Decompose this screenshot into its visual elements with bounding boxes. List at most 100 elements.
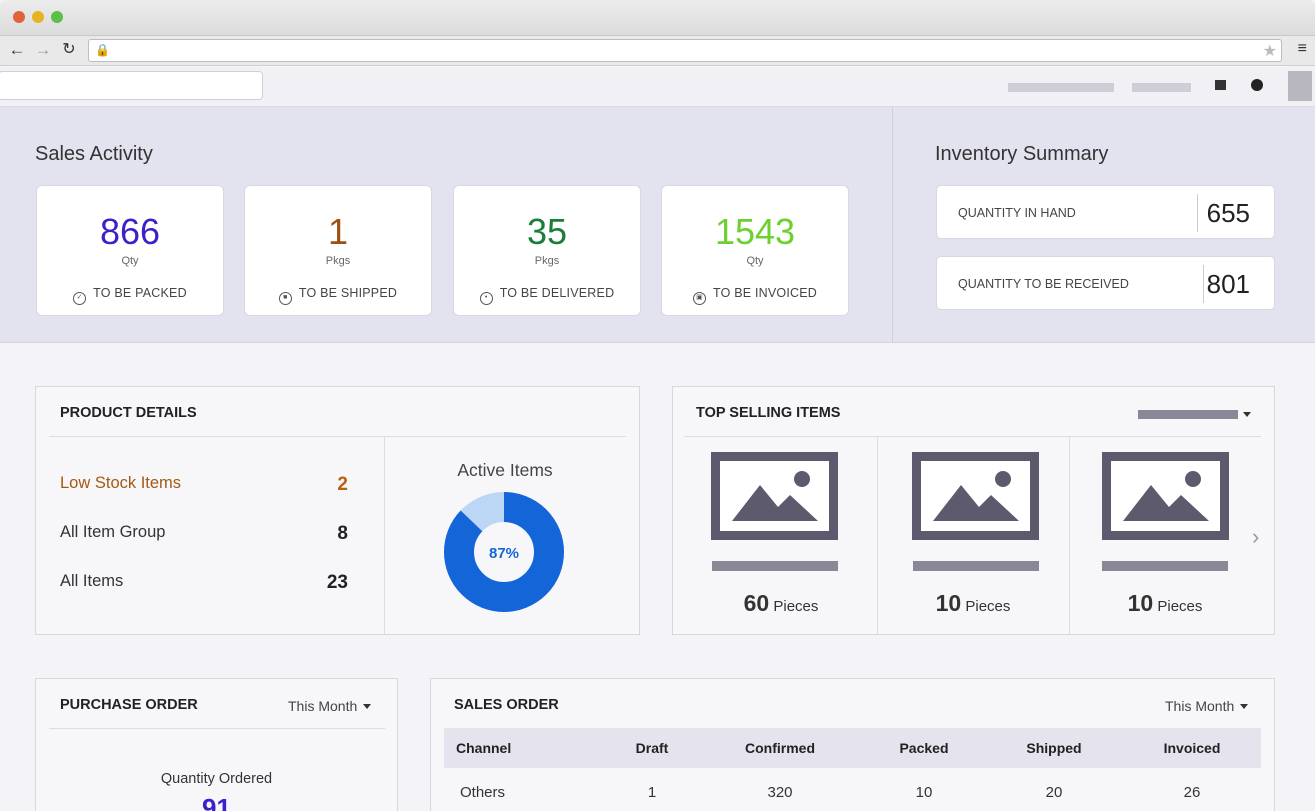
quantity-to-be-received-label: QUANTITY TO BE RECEIVED bbox=[958, 277, 1129, 291]
to-be-shipped-label: TO BE SHIPPED bbox=[298, 286, 398, 300]
divider bbox=[892, 107, 893, 343]
notification-icon[interactable] bbox=[1215, 80, 1226, 90]
address-bar[interactable]: 🔒 ★ bbox=[88, 39, 1282, 62]
to-be-delivered-unit: Pkgs bbox=[534, 255, 560, 267]
donut-percent-label: 87% bbox=[489, 545, 519, 562]
column-invoiced: Invoiced bbox=[1163, 740, 1221, 756]
divider bbox=[1203, 265, 1204, 303]
quantity-ordered-value: 91 bbox=[202, 793, 231, 811]
product-details-title: PRODUCT DETAILS bbox=[60, 405, 197, 421]
to-be-shipped-count: 1 bbox=[327, 211, 349, 252]
lock-icon: 🔒 bbox=[95, 43, 110, 57]
menu-icon[interactable]: ≡ bbox=[1298, 40, 1307, 58]
table-cell-shipped[interactable]: 20 bbox=[1014, 784, 1094, 801]
chevron-down-icon bbox=[363, 704, 372, 709]
image-placeholder-icon[interactable] bbox=[711, 452, 838, 540]
table-cell-draft[interactable]: 1 bbox=[622, 784, 682, 801]
header-link-placeholder[interactable] bbox=[1132, 83, 1191, 92]
to-be-packed-label-row: ✓ TO BE PACKED bbox=[37, 286, 223, 305]
all-item-group-label: All Item Group bbox=[60, 523, 166, 541]
chevron-right-icon[interactable]: › bbox=[1252, 524, 1259, 550]
to-be-packed-unit: Qty bbox=[121, 255, 139, 267]
top-item-2-count: 10 Pieces bbox=[935, 590, 1011, 616]
avatar[interactable] bbox=[1288, 71, 1312, 101]
quantity-in-hand-value: 655 bbox=[1206, 198, 1250, 228]
table-cell-invoiced[interactable]: 26 bbox=[1152, 784, 1232, 801]
reload-icon[interactable]: ↻ bbox=[58, 39, 80, 61]
to-be-delivered-label-row: • TO BE DELIVERED bbox=[454, 286, 640, 305]
activity-card-to-be-shipped[interactable]: 1 Pkgs ■ TO BE SHIPPED bbox=[244, 185, 432, 316]
settings-icon[interactable] bbox=[1251, 79, 1263, 91]
sales-order-title: SALES ORDER bbox=[454, 697, 559, 713]
sales-order-table-header bbox=[444, 728, 1261, 768]
app-header bbox=[0, 67, 1315, 107]
forward-arrow-icon[interactable]: → bbox=[32, 39, 54, 61]
quantity-in-hand-card: QUANTITY IN HAND 655 bbox=[936, 185, 1275, 239]
all-items-label: All Items bbox=[60, 572, 124, 590]
maximize-window-button[interactable] bbox=[51, 11, 63, 23]
table-cell-confirmed[interactable]: 320 bbox=[730, 784, 830, 801]
divider bbox=[49, 728, 385, 729]
browser-toolbar: ← → ↻ 🔒 ★ ≡ bbox=[0, 36, 1315, 66]
back-arrow-icon[interactable]: ← bbox=[6, 39, 28, 61]
close-window-button[interactable] bbox=[13, 11, 25, 23]
low-stock-items-row[interactable]: Low Stock Items 2 bbox=[60, 474, 350, 495]
chevron-down-icon bbox=[1240, 704, 1249, 709]
to-be-packed-count: 866 bbox=[99, 211, 161, 252]
activity-card-to-be-delivered[interactable]: 35 Pkgs • TO BE DELIVERED bbox=[453, 185, 641, 316]
image-placeholder-icon[interactable] bbox=[1102, 452, 1229, 540]
quantity-in-hand-label: QUANTITY IN HAND bbox=[958, 206, 1076, 220]
all-items-row[interactable]: All Items 23 bbox=[60, 572, 350, 593]
sales-activity-title: Sales Activity bbox=[35, 143, 153, 165]
activity-card-to-be-packed[interactable]: 866 Qty ✓ TO BE PACKED bbox=[36, 185, 224, 316]
active-items-donut: 87% bbox=[444, 492, 564, 612]
check-circle-icon: ✓ bbox=[73, 292, 87, 305]
delivery-circle-icon: • bbox=[479, 292, 493, 305]
quantity-to-be-received-card: QUANTITY TO BE RECEIVED 801 bbox=[936, 256, 1275, 310]
purchase-order-title: PURCHASE ORDER bbox=[60, 697, 198, 713]
column-channel: Channel bbox=[456, 740, 512, 756]
column-draft: Draft bbox=[635, 740, 669, 756]
divider bbox=[684, 436, 1261, 437]
table-cell-packed[interactable]: 10 bbox=[884, 784, 964, 801]
all-item-group-value: 8 bbox=[337, 523, 348, 544]
to-be-invoiced-label: TO BE INVOICED bbox=[713, 286, 817, 300]
top-item-1-count: 60 Pieces bbox=[743, 590, 819, 616]
browser-titlebar bbox=[0, 0, 1315, 36]
low-stock-items-label: Low Stock Items bbox=[60, 474, 182, 492]
truck-circle-icon: ■ bbox=[278, 292, 292, 305]
divider bbox=[1197, 194, 1198, 232]
minimize-window-button[interactable] bbox=[32, 11, 44, 23]
to-be-invoiced-label-row: ▣ TO BE INVOICED bbox=[662, 286, 848, 305]
column-confirmed: Confirmed bbox=[745, 740, 815, 756]
period-dropdown-placeholder[interactable] bbox=[1138, 410, 1238, 419]
to-be-shipped-unit: Pkgs bbox=[325, 255, 351, 267]
quantity-to-be-received-value: 801 bbox=[1206, 269, 1250, 299]
purchase-order-period-dropdown[interactable]: This Month bbox=[288, 698, 372, 714]
to-be-delivered-count: 35 bbox=[526, 211, 568, 252]
to-be-invoiced-count: 1543 bbox=[714, 211, 796, 252]
item-name-placeholder bbox=[1102, 561, 1228, 571]
to-be-delivered-label: TO BE DELIVERED bbox=[499, 286, 615, 300]
to-be-packed-label: TO BE PACKED bbox=[93, 286, 187, 300]
sales-order-period-dropdown[interactable]: This Month bbox=[1165, 698, 1249, 714]
to-be-shipped-label-row: ■ TO BE SHIPPED bbox=[245, 286, 431, 305]
inventory-summary-title: Inventory Summary bbox=[935, 143, 1109, 165]
column-packed: Packed bbox=[899, 740, 949, 756]
top-selling-title: TOP SELLING ITEMS bbox=[696, 405, 841, 421]
image-placeholder-icon[interactable] bbox=[912, 452, 1039, 540]
divider bbox=[49, 436, 626, 437]
all-item-group-row[interactable]: All Item Group 8 bbox=[60, 523, 350, 544]
table-cell-channel: Others bbox=[460, 784, 506, 801]
column-shipped: Shipped bbox=[1026, 740, 1082, 756]
star-icon[interactable]: ★ bbox=[1263, 41, 1277, 61]
invoice-circle-icon: ▣ bbox=[693, 292, 706, 305]
quantity-ordered-label: Quantity Ordered bbox=[160, 771, 273, 787]
low-stock-items-value: 2 bbox=[337, 474, 348, 495]
item-name-placeholder bbox=[712, 561, 838, 571]
to-be-invoiced-unit: Qty bbox=[746, 255, 764, 267]
activity-card-to-be-invoiced[interactable]: 1543 Qty ▣ TO BE INVOICED bbox=[661, 185, 849, 316]
search-input[interactable] bbox=[0, 71, 263, 100]
header-link-placeholder[interactable] bbox=[1008, 83, 1114, 92]
chevron-down-icon[interactable] bbox=[1243, 412, 1251, 417]
